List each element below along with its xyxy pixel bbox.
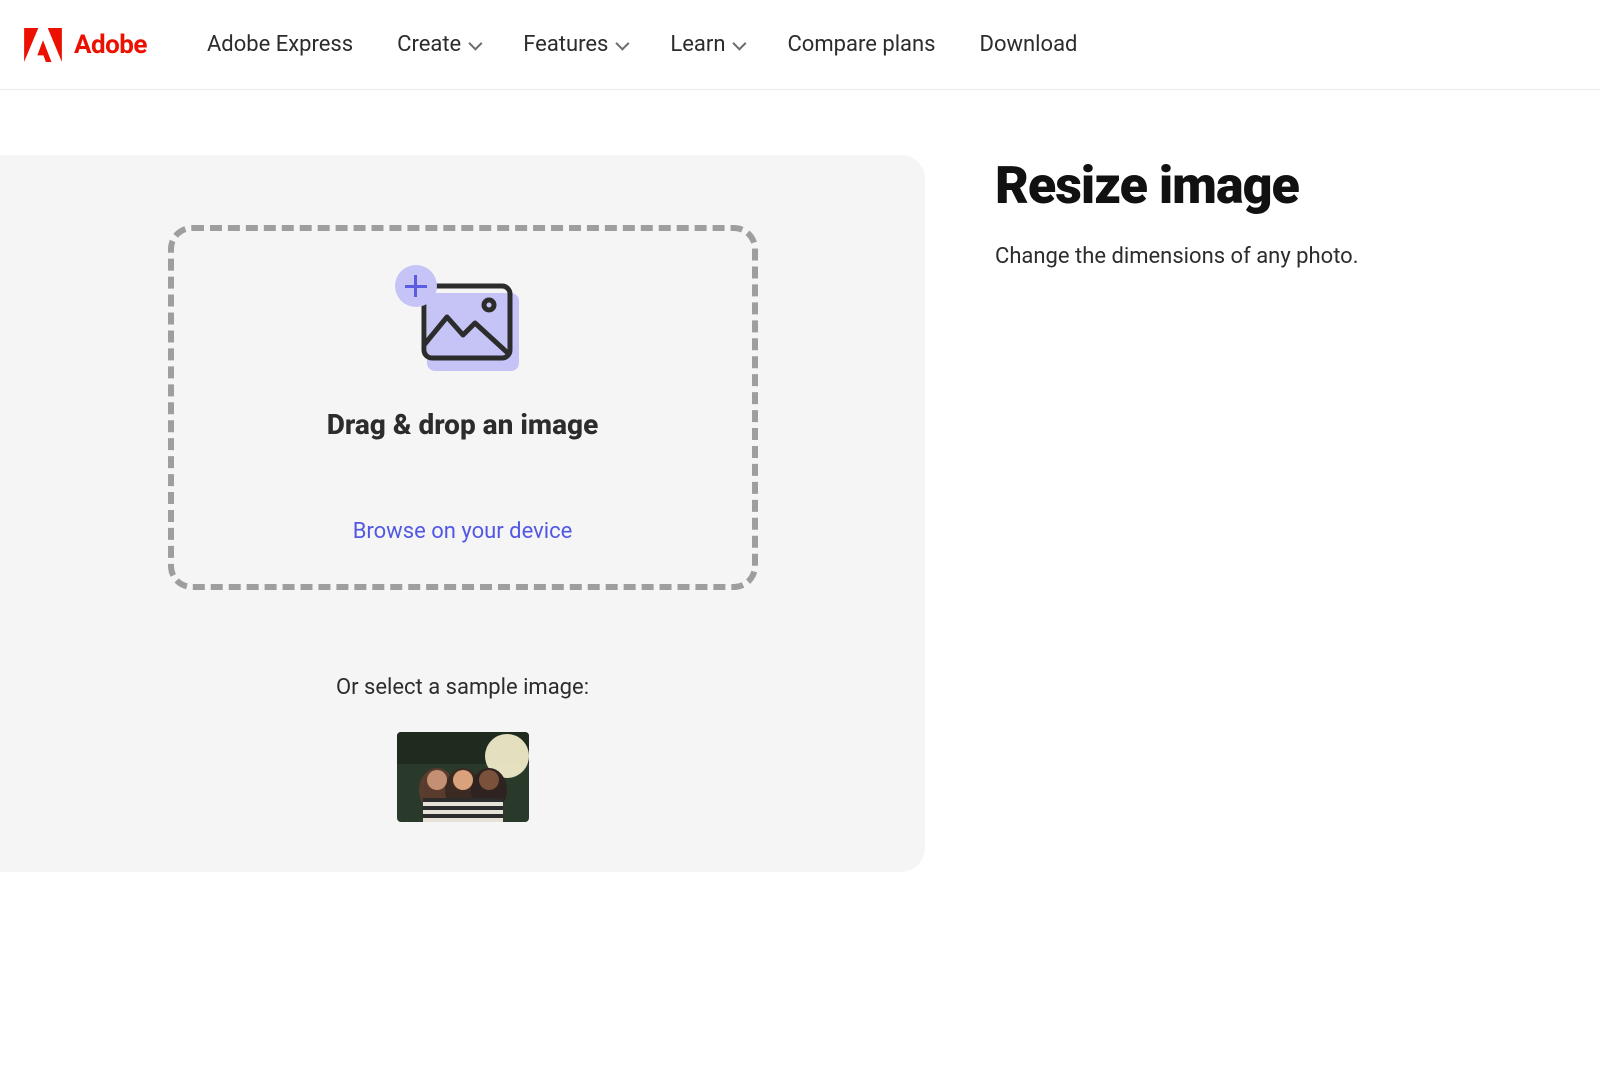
adobe-logo-icon xyxy=(24,28,62,62)
page-subtitle: Change the dimensions of any photo. xyxy=(995,244,1359,269)
browse-button[interactable]: Browse on your device xyxy=(353,519,573,544)
dropzone-graphic xyxy=(403,273,523,378)
dropzone-headline: Drag & drop an image xyxy=(327,408,599,441)
info-panel: Resize image Change the dimensions of an… xyxy=(995,155,1359,872)
nav-label: Download xyxy=(980,32,1078,57)
sample-image-thumb[interactable] xyxy=(397,732,529,822)
app-header: Adobe Adobe Express Create Features Lear… xyxy=(0,0,1600,90)
nav-label: Compare plans xyxy=(787,32,935,57)
nav-learn[interactable]: Learn xyxy=(670,32,743,57)
chevron-down-icon xyxy=(616,36,630,50)
nav-compare-plans[interactable]: Compare plans xyxy=(787,32,935,57)
nav-label: Learn xyxy=(670,32,725,57)
nav-download[interactable]: Download xyxy=(980,32,1078,57)
nav-label: Adobe Express xyxy=(207,32,353,57)
nav-label: Features xyxy=(523,32,608,57)
nav-create[interactable]: Create xyxy=(397,32,479,57)
sample-thumbnail-icon xyxy=(397,732,529,822)
page-title: Resize image xyxy=(995,155,1359,216)
nav-features[interactable]: Features xyxy=(523,32,626,57)
file-dropzone[interactable]: Drag & drop an image Browse on your devi… xyxy=(168,225,758,590)
main-nav: Adobe Express Create Features Learn Comp… xyxy=(207,32,1078,57)
upload-panel: Drag & drop an image Browse on your devi… xyxy=(0,155,925,872)
main-content: Drag & drop an image Browse on your devi… xyxy=(0,90,1600,872)
sample-image-label: Or select a sample image: xyxy=(336,675,589,700)
nav-adobe-express[interactable]: Adobe Express xyxy=(207,32,353,57)
plus-icon xyxy=(395,265,437,307)
adobe-logo-text: Adobe xyxy=(74,30,147,60)
chevron-down-icon xyxy=(733,36,747,50)
chevron-down-icon xyxy=(469,36,483,50)
nav-label: Create xyxy=(397,32,461,57)
adobe-logo[interactable]: Adobe xyxy=(24,28,147,62)
